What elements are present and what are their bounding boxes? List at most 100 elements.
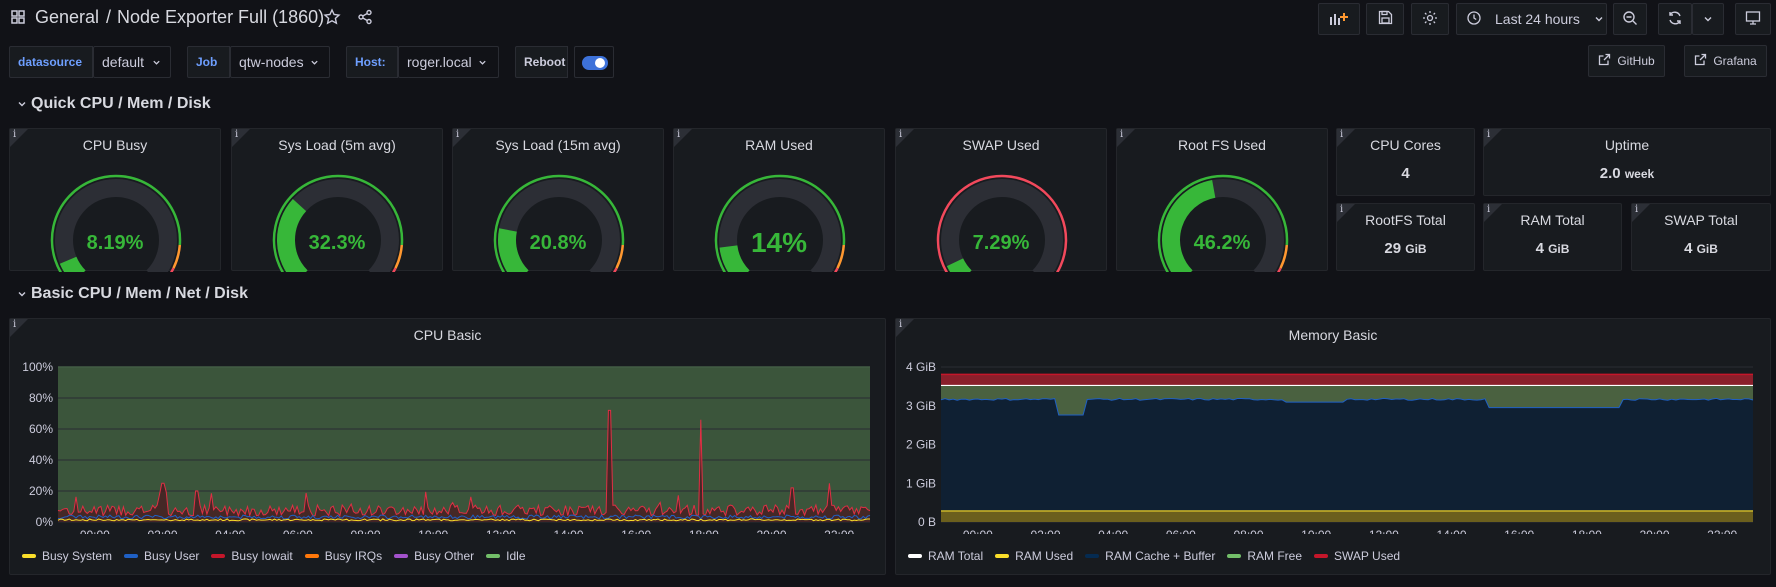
memory-basic-legend: RAM Total RAM Used RAM Cache + Buffer RAM F… [908,549,1400,563]
gauge-track [277,179,399,272]
legend-swatch [124,554,139,558]
datasource-select[interactable]: default [93,46,171,78]
legend-label: RAM Cache + Buffer [1105,549,1216,563]
cpu-basic-panel: i CPU Basic 0%20%40%60%80%100%00:0002:00… [9,318,886,575]
memory-basic-panel: i Memory Basic 0 B1 GiB2 GiB3 GiB4 GiB00… [895,318,1771,575]
gauge-value-arc [946,258,972,272]
legend-item[interactable]: RAM Free [1227,549,1302,563]
top-nav: General / Node Exporter Full (1860) Last… [0,0,1776,36]
legend-swatch [1085,554,1100,558]
cpu-basic-chart[interactable]: 0% 20% 40% 60% 80% 100% 00:00 02:00 04:00 06:00 08… [10,319,887,534]
gauge-value: 8.19% [86,232,144,254]
add-panel-button[interactable] [1318,3,1360,35]
save-dashboard-button[interactable] [1366,3,1404,35]
breadcrumb-separator: / [106,7,112,27]
legend-swatch [1314,554,1329,558]
job-select[interactable]: qtw-nodes [230,46,330,78]
reboot-toggle[interactable] [574,46,614,78]
x-tick-label: 04:00 [1098,528,1128,534]
row-collapse-chevron-icon[interactable] [17,287,27,302]
gauge-panel: i Sys Load (15m avg) 20.8% [452,128,664,272]
dashboard-settings-button[interactable] [1411,3,1449,35]
swap-used-area [941,374,1753,386]
datasource-value: default [102,54,145,70]
panel-title[interactable]: RAM Total [1484,212,1621,228]
dashboard-title[interactable]: Node Exporter Full (1860) [117,7,324,28]
stat-panel-ram-total: i RAM Total 4 GiB [1483,203,1622,271]
refresh-button[interactable] [1658,3,1692,35]
stat-panel-swap-total: i SWAP Total 4 GiB [1631,203,1771,271]
row-title-basic[interactable]: Basic CPU / Mem / Net / Disk [31,285,248,303]
chevron-down-icon [1703,12,1713,27]
legend-item[interactable]: Busy System [22,549,112,563]
zoom-out-icon [1622,10,1638,29]
x-tick-label: 12:00 [486,528,516,534]
tv-mode-button[interactable] [1735,3,1771,35]
github-link[interactable]: GitHub [1588,45,1665,77]
legend-label: Busy Other [414,549,475,563]
dashboards-grid-icon[interactable] [11,10,25,24]
stat-panel-cpu-cores: i CPU Cores 4 [1336,128,1475,196]
x-tick-label: 22:00 [1707,528,1737,534]
cpu-basic-legend: Busy System Busy User Busy Iowait Busy IRQs… [22,549,526,563]
x-tick-label: 00:00 [80,528,110,534]
legend-item[interactable]: Busy IRQs [304,549,382,563]
legend-swatch [211,554,226,558]
y-tick-label: 40% [29,453,53,467]
star-icon[interactable] [323,8,341,29]
share-icon[interactable] [357,9,373,28]
gauge-value-arc [59,256,86,272]
panel-title[interactable]: RootFS Total [1337,212,1474,228]
row-collapse-chevron-icon[interactable] [17,97,27,112]
clock-icon [1467,10,1481,28]
x-tick-label: 16:00 [621,528,651,534]
legend-swatch [995,554,1010,558]
legend-item[interactable]: RAM Total [908,549,983,563]
y-tick-label: 3 GiB [906,399,936,413]
legend-label: Busy User [144,549,200,563]
chevron-down-icon [152,54,161,70]
memory-basic-chart[interactable]: 0 B 1 GiB 2 GiB 3 GiB 4 GiB 00:00 02:00 04:00 06… [896,319,1772,534]
panel-title[interactable]: Uptime [1484,137,1770,153]
legend-item[interactable]: Busy Iowait [211,549,293,563]
legend-item[interactable]: Busy User [124,549,199,563]
grafana-link[interactable]: Grafana [1684,45,1767,77]
chevron-down-icon [1594,12,1604,27]
time-picker-button[interactable]: Last 24 hours [1456,3,1607,35]
y-tick-label: 0 B [918,515,936,529]
host-select[interactable]: roger.local [398,46,499,78]
host-value: roger.local [407,54,472,70]
job-value: qtw-nodes [239,54,304,70]
legend-item[interactable]: Busy Other [394,549,474,563]
stat-value: 4 GiB [1535,240,1570,257]
stat-value: 2.0 week [1599,165,1655,182]
gauge-panel: i RAM Used 14% [673,128,885,272]
panel-title[interactable]: CPU Cores [1337,137,1474,153]
refresh-icon [1667,10,1683,29]
legend-label: Busy Iowait [231,549,293,563]
x-tick-label: 02:00 [147,528,177,534]
external-link-icon [1598,53,1611,69]
x-tick-label: 00:00 [963,528,993,534]
y-tick-label: 2 GiB [906,438,936,452]
refresh-interval-dropdown[interactable] [1692,3,1724,35]
stat-value: 4 GiB [1684,240,1718,257]
gauge-value: 46.2% [1193,232,1251,254]
x-tick-label: 02:00 [1030,528,1060,534]
legend-item[interactable]: Idle [486,549,526,563]
stat-value: 4 [1401,165,1410,182]
x-tick-label: 10:00 [418,528,448,534]
toggle-knob [595,58,605,68]
x-tick-label: 18:00 [689,528,719,534]
legend-item[interactable]: SWAP Used [1314,549,1400,563]
row-title-quick[interactable]: Quick CPU / Mem / Disk [31,95,211,113]
legend-item[interactable]: RAM Used [995,549,1073,563]
x-tick-label: 14:00 [553,528,583,534]
breadcrumb-folder[interactable]: General [35,7,99,28]
legend-item[interactable]: RAM Cache + Buffer [1085,549,1215,563]
github-link-label: GitHub [1617,54,1655,68]
gauge-track [941,179,1063,272]
zoom-out-button[interactable] [1613,3,1647,35]
panel-title[interactable]: SWAP Total [1632,212,1770,228]
legend-swatch [394,554,409,558]
